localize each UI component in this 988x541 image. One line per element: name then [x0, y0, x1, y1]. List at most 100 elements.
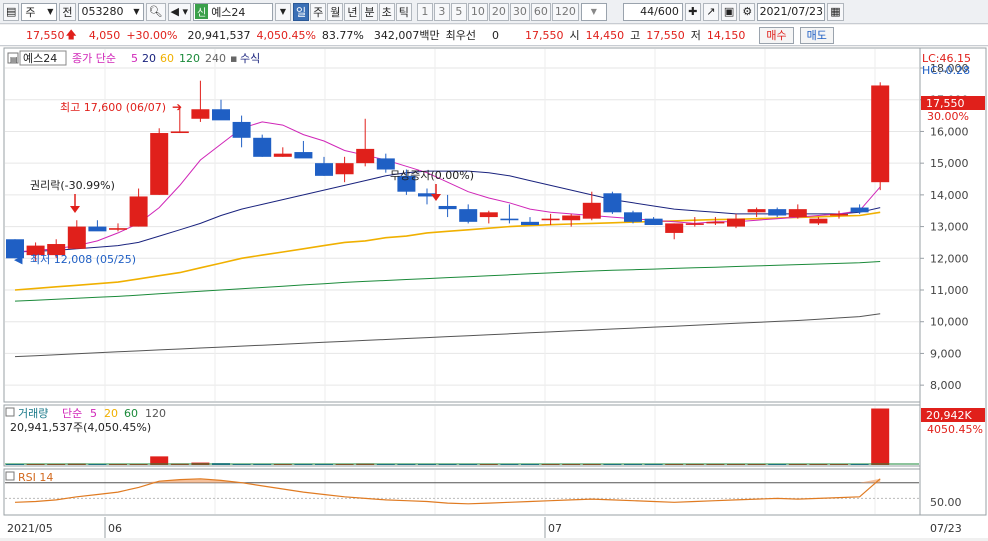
interval-tab-3[interactable]: 10	[467, 2, 488, 21]
interval-tab-1[interactable]: 3	[433, 2, 450, 21]
candle-body	[871, 85, 890, 183]
vol-ma5-legend[interactable]: 5	[90, 407, 97, 420]
date-field[interactable]: 2021/07/23	[757, 2, 826, 21]
toolbar: ▤ 주 ▼ 전 053280 ▼ 🔍︎ ◀ ▾ 신 예스24 ▼ 일주월년분초틱 1…	[0, 0, 988, 24]
interval-tab-6[interactable]: 60	[530, 2, 551, 21]
save-icon[interactable]: ▣	[720, 2, 738, 21]
candle-body	[850, 207, 869, 213]
ma5-legend[interactable]: 5	[131, 52, 138, 65]
period-tab-2[interactable]: 월	[327, 2, 344, 21]
vol-ma120-legend[interactable]: 120	[145, 407, 166, 420]
market-select[interactable]: 주 ▼	[21, 2, 58, 21]
candle-body	[727, 218, 745, 227]
volume-legend-prefix[interactable]: 단순	[62, 407, 82, 420]
draw-tool-icon[interactable]: ↗	[702, 2, 719, 21]
candle-body	[624, 212, 642, 222]
search-icon[interactable]: 🔍︎	[145, 2, 166, 21]
layout-icon[interactable]: ▤	[3, 2, 20, 21]
yaxis-label: 14,000	[930, 189, 969, 202]
yaxis-label: 8,000	[930, 379, 962, 392]
calendar-icon[interactable]: ▦	[827, 2, 844, 21]
pref-label: 최우선	[445, 29, 476, 42]
period-tab-5[interactable]: 초	[378, 2, 395, 21]
candle-body	[644, 218, 663, 225]
period-tab-1[interactable]: 주	[310, 2, 327, 21]
rsi-title: RSI 14	[18, 471, 53, 484]
candle-body	[685, 223, 704, 225]
candle-body	[768, 209, 787, 216]
gear-icon[interactable]: ⚙	[739, 2, 756, 21]
trade-amount: 342,007백만	[373, 29, 440, 42]
left-arrow-icon: ◀	[14, 253, 23, 266]
ma20-legend[interactable]: 20	[142, 52, 156, 65]
candle-body	[67, 226, 86, 249]
chevron-down-icon: ▼	[133, 7, 140, 16]
period-tab-3[interactable]: 년	[344, 2, 361, 21]
chevron-down-icon[interactable]: ▼	[274, 2, 291, 21]
interval-dropdown[interactable]: ▼	[580, 2, 607, 21]
ma120-legend[interactable]: 120	[179, 52, 200, 65]
candle-body	[253, 137, 272, 157]
chart-area[interactable]: 18,00017,00016,00015,00014,00013,00012,0…	[0, 47, 988, 538]
candle-body	[315, 163, 333, 176]
interval-tab-5[interactable]: 30	[509, 2, 530, 21]
interval-tab-7[interactable]: 120	[551, 2, 579, 21]
sell-button[interactable]: 매도	[799, 26, 834, 44]
period-tabs: 일주월년분초틱	[292, 2, 412, 21]
volume-badge: 20,942K	[926, 409, 972, 422]
candle-body	[88, 226, 107, 232]
formula-label[interactable]: 수식	[240, 52, 260, 65]
candle-body	[830, 213, 848, 216]
volume-value-text: 20,941,537주(4,050.45%)	[10, 421, 151, 434]
prev-button[interactable]: 전	[59, 2, 76, 21]
volume-menu-icon[interactable]	[5, 407, 15, 417]
period-tab-6[interactable]: 틱	[395, 2, 412, 21]
candle-body	[479, 212, 498, 218]
candle-body	[129, 196, 148, 227]
open-label: 시	[569, 29, 580, 42]
candle-body	[459, 209, 478, 222]
candle-body	[376, 158, 395, 170]
code-input[interactable]: 053280 ▼	[77, 2, 144, 21]
yaxis-label: 11,000	[930, 284, 969, 297]
crosshair-icon[interactable]: ✚	[684, 2, 701, 21]
stock-name-field[interactable]: 신 예스24	[192, 2, 273, 21]
open-price: 14,450	[585, 28, 625, 42]
candle-body	[232, 121, 251, 138]
interval-tab-2[interactable]: 5	[450, 2, 467, 21]
price-chart[interactable]: 18,00017,00016,00015,00014,00013,00012,0…	[0, 47, 988, 538]
candle-body	[665, 223, 684, 233]
rights-annotation: 권리락(-30.99%)	[30, 179, 115, 192]
xaxis-label-2: 07	[548, 522, 562, 535]
interval-tab-0[interactable]: 1	[416, 2, 433, 21]
interval-tab-4[interactable]: 20	[488, 2, 509, 21]
period-tab-0[interactable]: 일	[292, 2, 310, 21]
candle-body	[191, 109, 210, 119]
last-price-badge: 17,550	[926, 97, 965, 110]
right-arrow-icon: ➔	[172, 100, 182, 114]
yaxis-label: 15,000	[930, 157, 969, 170]
candle-body	[170, 131, 189, 134]
buy-button[interactable]: 매수	[759, 26, 794, 44]
yaxis-label: 9,000	[930, 347, 962, 360]
candle-body	[603, 193, 622, 213]
panel-menu-glyph: ▤	[10, 55, 18, 64]
ma60-legend[interactable]: 60	[160, 52, 174, 65]
up-arrow-icon: 🡅	[65, 27, 77, 41]
xaxis-label-0: 2021/05	[7, 522, 53, 535]
candle-body	[294, 152, 313, 159]
period-tab-4[interactable]: 분	[361, 2, 378, 21]
volume-value: 20,941,537	[187, 28, 251, 42]
candle-body	[438, 205, 457, 210]
volume-panel-frame	[3, 404, 921, 467]
count-field[interactable]: 44/600	[622, 2, 683, 21]
vol-ma60-legend[interactable]: 60	[124, 407, 138, 420]
ma240-legend[interactable]: 240	[205, 52, 226, 65]
rsi-menu-icon[interactable]	[5, 471, 15, 481]
vol-ma20-legend[interactable]: 20	[104, 407, 118, 420]
sound-icon[interactable]: ◀ ▾	[167, 2, 191, 21]
pref-value: 0	[491, 28, 499, 42]
ma-legend-prefix[interactable]: 종가 단순	[72, 52, 116, 65]
interval-tabs: 1 3 5 10 20 30 60 120	[416, 2, 579, 21]
volume-badge-pct: 4050.45%	[927, 423, 983, 436]
